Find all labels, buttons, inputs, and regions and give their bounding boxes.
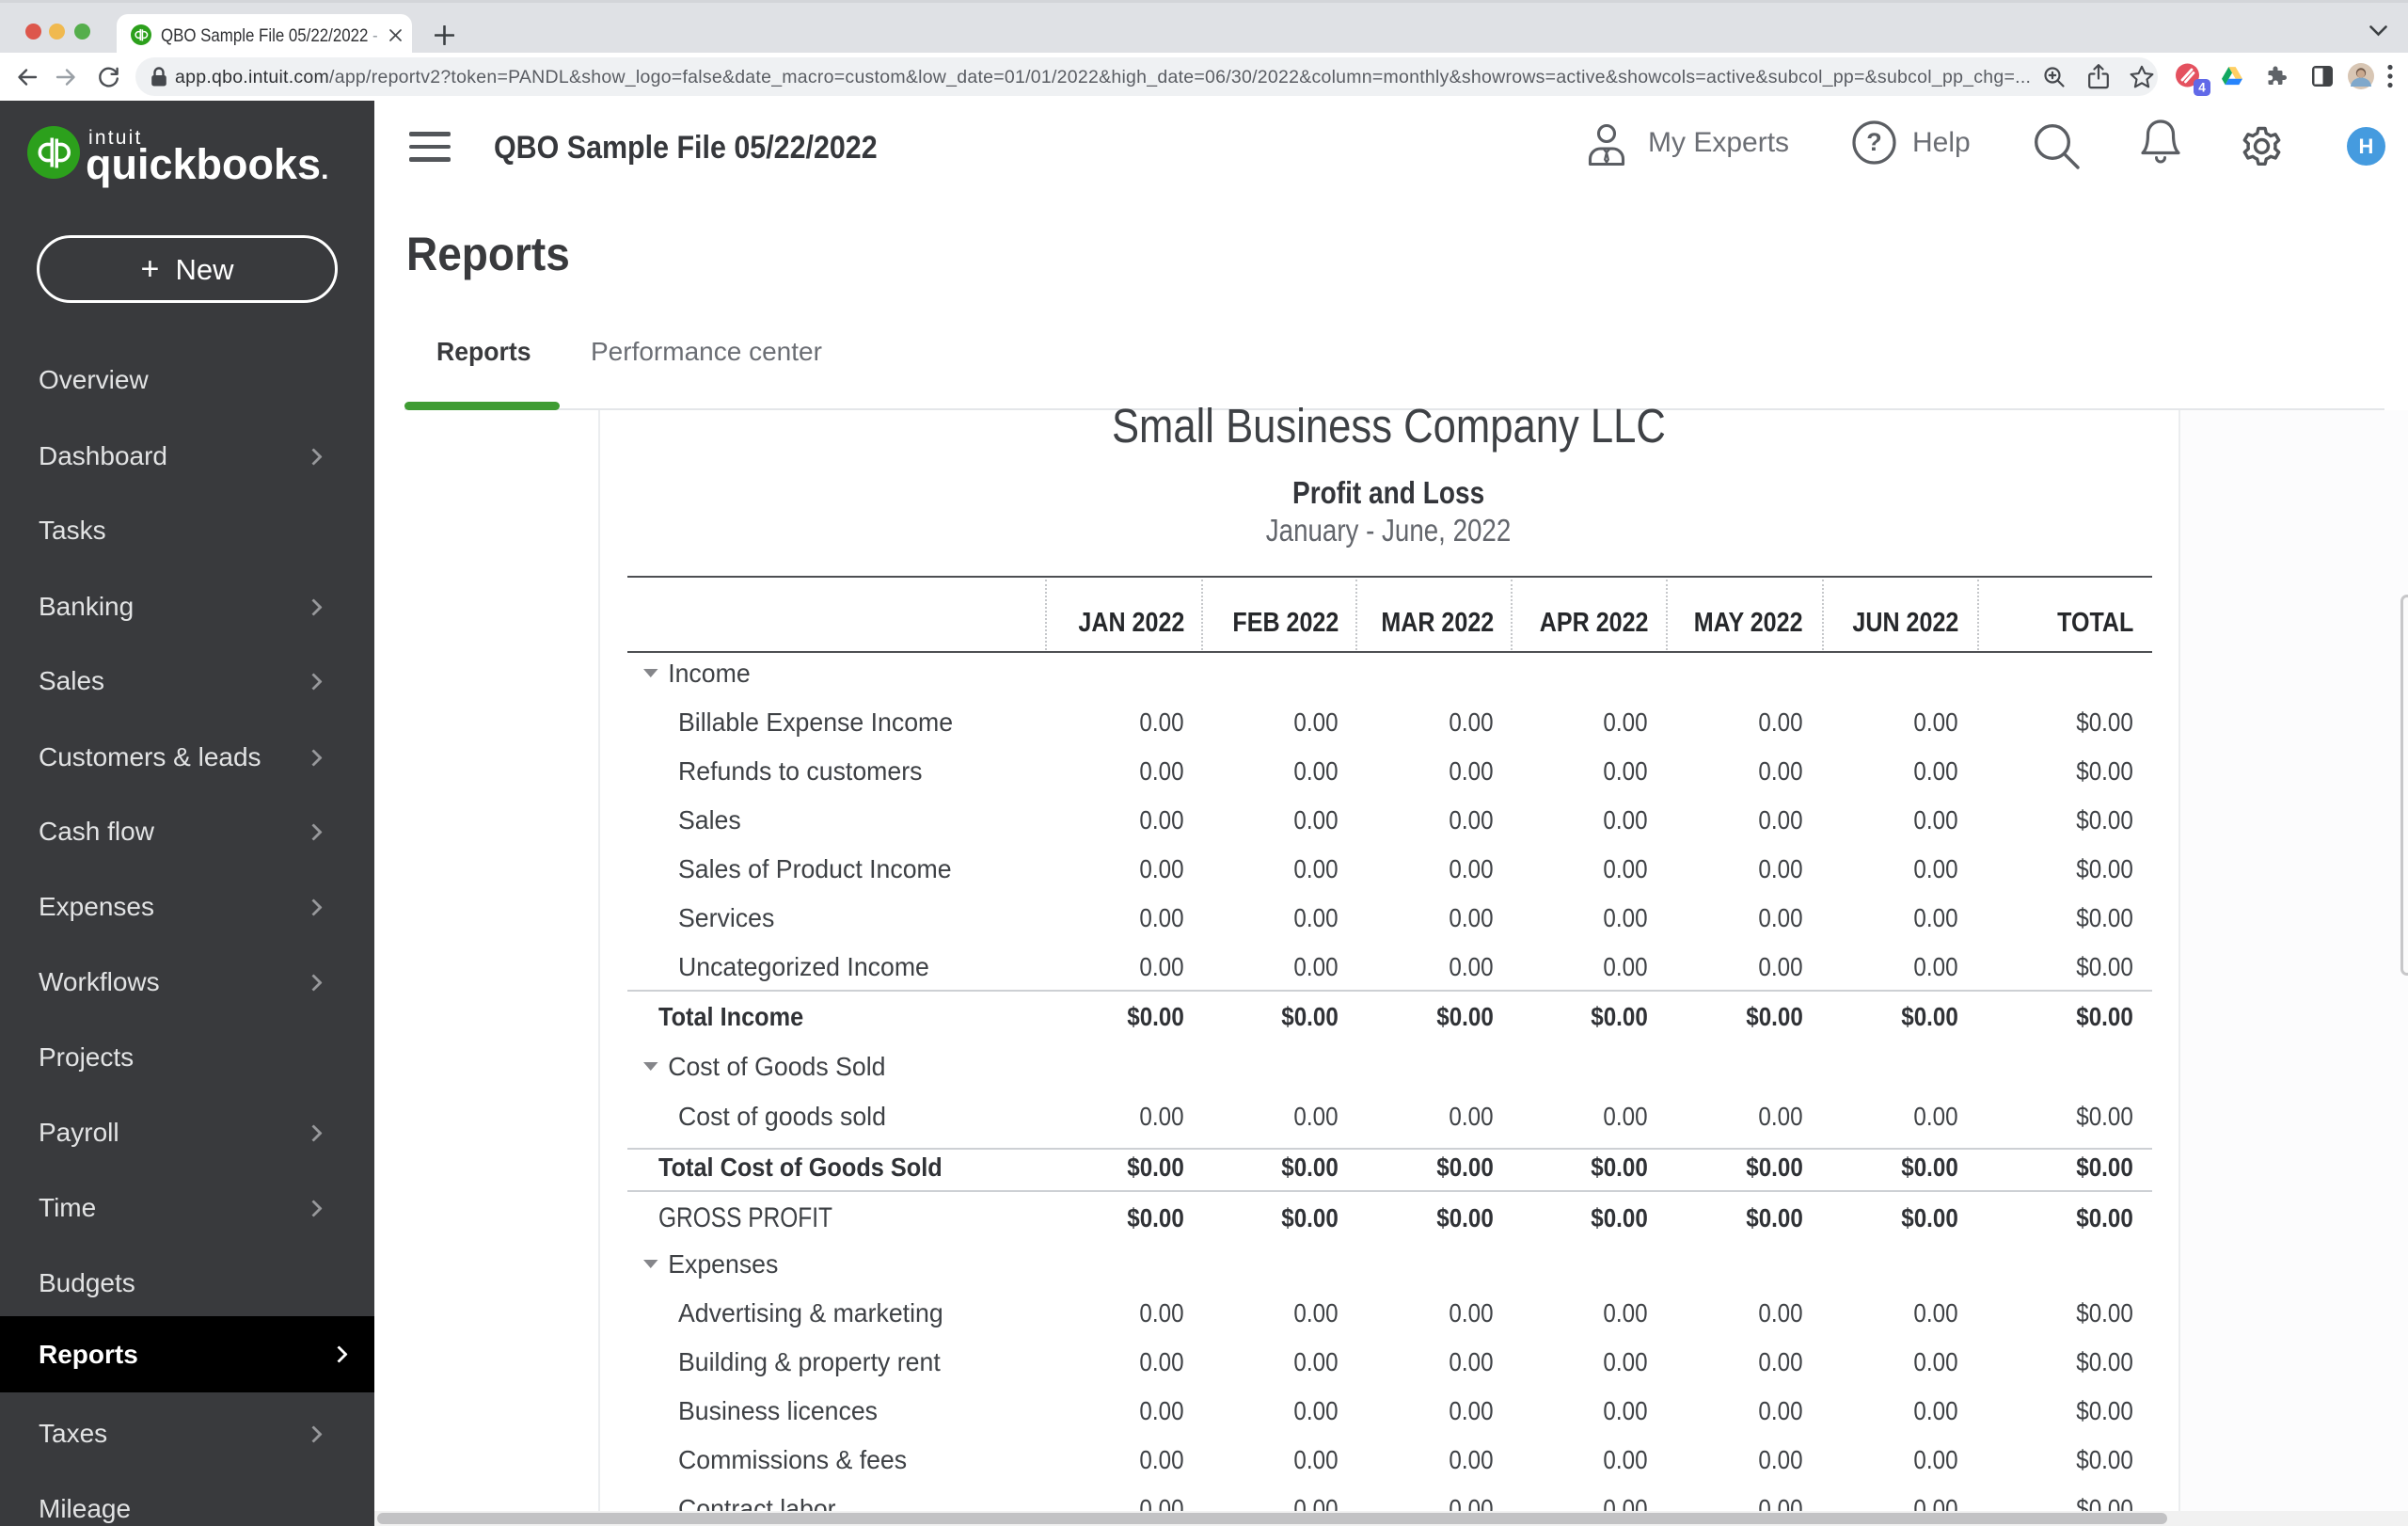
svg-text:?: ? xyxy=(1866,128,1882,156)
svg-text:4: 4 xyxy=(2198,81,2206,95)
